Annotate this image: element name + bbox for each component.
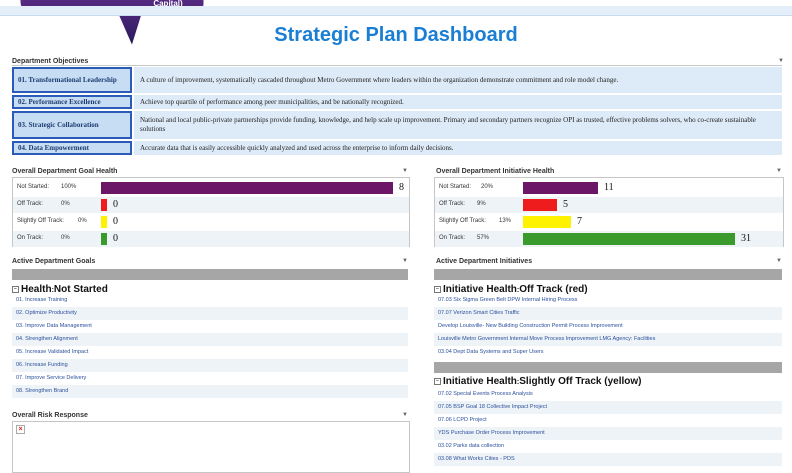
list-item[interactable]: 04. Strengthen Alignment xyxy=(12,333,408,346)
health-bar xyxy=(101,216,107,228)
active-initiatives-title: Active Department Initiatives xyxy=(436,258,533,265)
health-count: 0 xyxy=(113,199,118,210)
active-goals-title: Active Department Goals xyxy=(12,258,96,265)
health-label: On Track: xyxy=(439,235,466,241)
health-label: On Track: xyxy=(17,235,44,241)
list-item[interactable]: 07.07 Verizon Smart Cities Traffic xyxy=(434,307,782,320)
health-label: Off Track: xyxy=(17,201,43,207)
list-item[interactable]: 07.05 BSP Goal 18 Collective Impact Proj… xyxy=(434,401,782,414)
list-item[interactable]: 02. Optimize Productivity xyxy=(12,307,408,320)
list-item[interactable]: 03.02 Parks data collection xyxy=(434,440,782,453)
objective-row: 04. Data Empowerment Accurate data that … xyxy=(12,141,782,155)
health-label: Not Started: xyxy=(17,184,50,190)
list-item[interactable]: 07.02 Special Events Process Analysis xyxy=(434,388,782,401)
health-count: 11 xyxy=(604,182,614,193)
health-pct: 100% xyxy=(61,184,77,190)
health-bar xyxy=(523,233,735,245)
health-bar xyxy=(523,216,571,228)
objective-label[interactable]: 01. Transformational Leadership xyxy=(12,67,132,93)
health-bar xyxy=(523,182,598,194)
objective-row: 02. Performance Excellence Achieve top q… xyxy=(12,95,782,109)
objectives-rule xyxy=(12,65,782,66)
objective-text: Accurate data that is easily accessible … xyxy=(134,141,782,155)
health-pct: 57% xyxy=(477,235,490,241)
health-count: 7 xyxy=(577,216,582,227)
objective-text: A culture of improvement, systematically… xyxy=(134,67,782,93)
initiative-health-title: Overall Department Initiative Health xyxy=(436,168,555,175)
initiatives-group-header-slightly[interactable]: − Initiative Health:Slightly Off Track (y… xyxy=(434,376,642,387)
list-item[interactable]: 01. Increase Training xyxy=(12,294,408,307)
list-item[interactable]: 06. Increase Funding xyxy=(12,359,408,372)
initiatives-group-bar xyxy=(434,269,782,280)
health-row: Not Started: 100% 8 xyxy=(13,180,409,196)
list-item[interactable]: YDS Purchase Order Process Improvement xyxy=(434,427,782,440)
health-row: On Track: 0% 0 xyxy=(13,231,409,247)
list-item[interactable]: Develop Louisville- New Building Constru… xyxy=(434,320,782,333)
initiative-health-panel: Not Started: 20% 11 Off Track: 9% 5 Slig… xyxy=(434,177,784,247)
chevron-down-icon[interactable]: ▼ xyxy=(402,412,408,418)
list-item[interactable]: 03. Improve Data Management xyxy=(12,320,408,333)
goals-group-bar xyxy=(12,269,408,280)
health-label: Slightly Off Track: xyxy=(17,218,64,224)
list-item[interactable]: 05. Increase Validated Impact xyxy=(12,346,408,359)
broken-image-icon: × xyxy=(16,425,25,434)
list-item[interactable]: 07.06 LCPD Project xyxy=(434,414,782,427)
page-title: Strategic Plan Dashboard xyxy=(274,24,518,46)
chevron-down-icon[interactable]: ▼ xyxy=(776,168,782,174)
health-row: Slightly Off Track: 13% 7 xyxy=(435,214,783,230)
list-item[interactable]: 07.03 Six Sigma Green Belt DPW Internal … xyxy=(434,294,782,307)
health-row: Off Track: 0% 0 xyxy=(13,197,409,213)
goal-health-panel: Not Started: 100% 8 Off Track: 0% 0 Slig… xyxy=(12,177,410,247)
chevron-down-icon[interactable]: ▼ xyxy=(778,58,784,64)
chevron-down-icon[interactable]: ▼ xyxy=(776,258,782,264)
collapse-icon[interactable]: − xyxy=(434,377,441,385)
health-count: 8 xyxy=(399,182,404,193)
health-bar xyxy=(523,199,557,211)
health-pct: 0% xyxy=(61,235,70,241)
health-row: Slightly Off Track: 0% 0 xyxy=(13,214,409,230)
initiatives-group-divider xyxy=(434,362,782,373)
list-item[interactable]: 03.04 Dept Data Systems and Super Users xyxy=(434,346,782,359)
objective-row: 01. Transformational Leadership A cultur… xyxy=(12,67,782,93)
health-bar xyxy=(101,233,107,245)
health-count: 0 xyxy=(113,233,118,244)
health-label: Not Started: xyxy=(439,184,472,190)
health-pct: 0% xyxy=(61,201,70,207)
objective-label[interactable]: 03. Strategic Collaboration xyxy=(12,111,132,139)
health-count: 0 xyxy=(113,216,118,227)
risk-response-title: Overall Risk Response xyxy=(12,412,88,419)
list-item[interactable]: 03.08 What Works Cities - PDS xyxy=(434,453,782,466)
health-bar xyxy=(101,182,393,194)
health-count: 5 xyxy=(563,199,568,210)
health-pct: 0% xyxy=(78,218,87,224)
objectives-title: Department Objectives xyxy=(12,58,89,65)
objective-row: 03. Strategic Collaboration National and… xyxy=(12,111,782,139)
health-pct: 20% xyxy=(481,184,494,190)
risk-response-panel: × xyxy=(12,421,410,473)
health-pct: 13% xyxy=(499,218,512,224)
top-band xyxy=(0,6,792,16)
objective-label[interactable]: 04. Data Empowerment xyxy=(12,141,132,155)
health-label: Off Track: xyxy=(439,201,465,207)
goal-health-title: Overall Department Goal Health xyxy=(12,168,118,175)
health-bar xyxy=(101,199,107,211)
collapse-icon[interactable]: − xyxy=(434,285,441,293)
health-row: Off Track: 9% 5 xyxy=(435,197,783,213)
chevron-down-icon[interactable]: ▼ xyxy=(402,168,408,174)
objective-text: National and local public-private partne… xyxy=(134,111,782,139)
objective-text: Achieve top quartile of performance amon… xyxy=(134,95,782,109)
chevron-down-icon[interactable]: ▼ xyxy=(402,258,408,264)
collapse-icon[interactable]: − xyxy=(12,285,19,293)
health-row: Not Started: 20% 11 xyxy=(435,180,783,196)
health-row: On Track: 57% 31 xyxy=(435,231,783,247)
objective-label[interactable]: 02. Performance Excellence xyxy=(12,95,132,109)
list-item[interactable]: 08. Strengthen Brand xyxy=(12,385,408,398)
health-label: Slightly Off Track: xyxy=(439,218,486,224)
list-item[interactable]: Louisville Metro Government Internal Mov… xyxy=(434,333,782,346)
health-pct: 9% xyxy=(477,201,486,207)
health-count: 31 xyxy=(741,233,751,244)
list-item[interactable]: 07. Improve Service Delivery xyxy=(12,372,408,385)
